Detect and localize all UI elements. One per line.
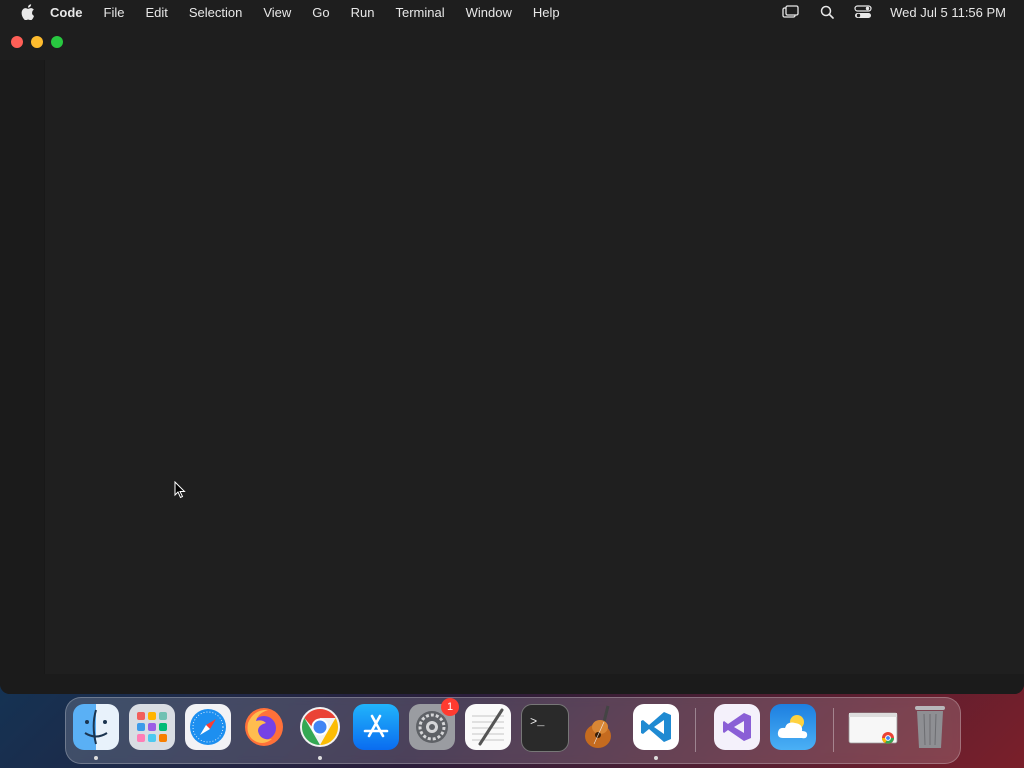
trash-icon[interactable] [907, 704, 953, 750]
launchpad-icon[interactable] [129, 704, 175, 750]
running-indicator [94, 756, 98, 760]
menu-window[interactable]: Window [466, 5, 512, 20]
menu-view[interactable]: View [263, 5, 291, 20]
menu-file[interactable]: File [104, 5, 125, 20]
apple-icon[interactable] [20, 4, 36, 20]
close-button[interactable] [11, 36, 23, 48]
spotlight-search-icon[interactable] [818, 4, 836, 20]
finder-icon[interactable] [73, 704, 119, 750]
visual-studio-icon[interactable] [714, 704, 760, 750]
vscode-icon[interactable] [633, 704, 679, 750]
screen-mirroring-icon[interactable] [782, 4, 800, 20]
activity-bar [0, 60, 45, 674]
chrome-icon[interactable] [297, 704, 343, 750]
menu-help[interactable]: Help [533, 5, 560, 20]
menu-bar-clock[interactable]: Wed Jul 5 11:56 PM [890, 5, 1006, 20]
dock-separator [695, 708, 696, 752]
dock: 1 >_ [65, 697, 961, 764]
editor-area[interactable] [45, 60, 1024, 694]
firefox-icon[interactable] [241, 704, 287, 750]
system-settings-icon[interactable]: 1 [409, 698, 459, 750]
svg-text:>_: >_ [530, 715, 545, 729]
control-center-icon[interactable] [854, 4, 872, 20]
minimize-button[interactable] [31, 36, 43, 48]
garageband-icon[interactable] [577, 704, 623, 750]
running-indicator [318, 756, 322, 760]
notification-badge: 1 [441, 698, 459, 716]
terminal-icon[interactable]: >_ [521, 704, 569, 752]
menu-bar: Code File Edit Selection View Go Run Ter… [0, 0, 1024, 24]
dock-separator [833, 708, 834, 752]
window-titlebar[interactable] [0, 24, 1024, 60]
chrome-window-icon[interactable] [848, 704, 898, 750]
weather-icon[interactable] [770, 704, 816, 750]
running-indicator [654, 756, 658, 760]
safari-icon[interactable] [185, 704, 231, 750]
mouse-pointer-icon [174, 480, 186, 499]
menu-run[interactable]: Run [351, 5, 375, 20]
app-store-icon[interactable] [353, 704, 399, 750]
menu-bar-extras: Wed Jul 5 11:56 PM [782, 0, 1006, 24]
menu-edit[interactable]: Edit [145, 5, 167, 20]
menu-go[interactable]: Go [312, 5, 329, 20]
vscode-window [0, 24, 1024, 694]
maximize-button[interactable] [51, 36, 63, 48]
textedit-icon[interactable] [465, 704, 511, 750]
status-bar [0, 674, 1024, 694]
menu-terminal[interactable]: Terminal [396, 5, 445, 20]
menu-selection[interactable]: Selection [189, 5, 242, 20]
menu-app-name[interactable]: Code [50, 5, 83, 20]
